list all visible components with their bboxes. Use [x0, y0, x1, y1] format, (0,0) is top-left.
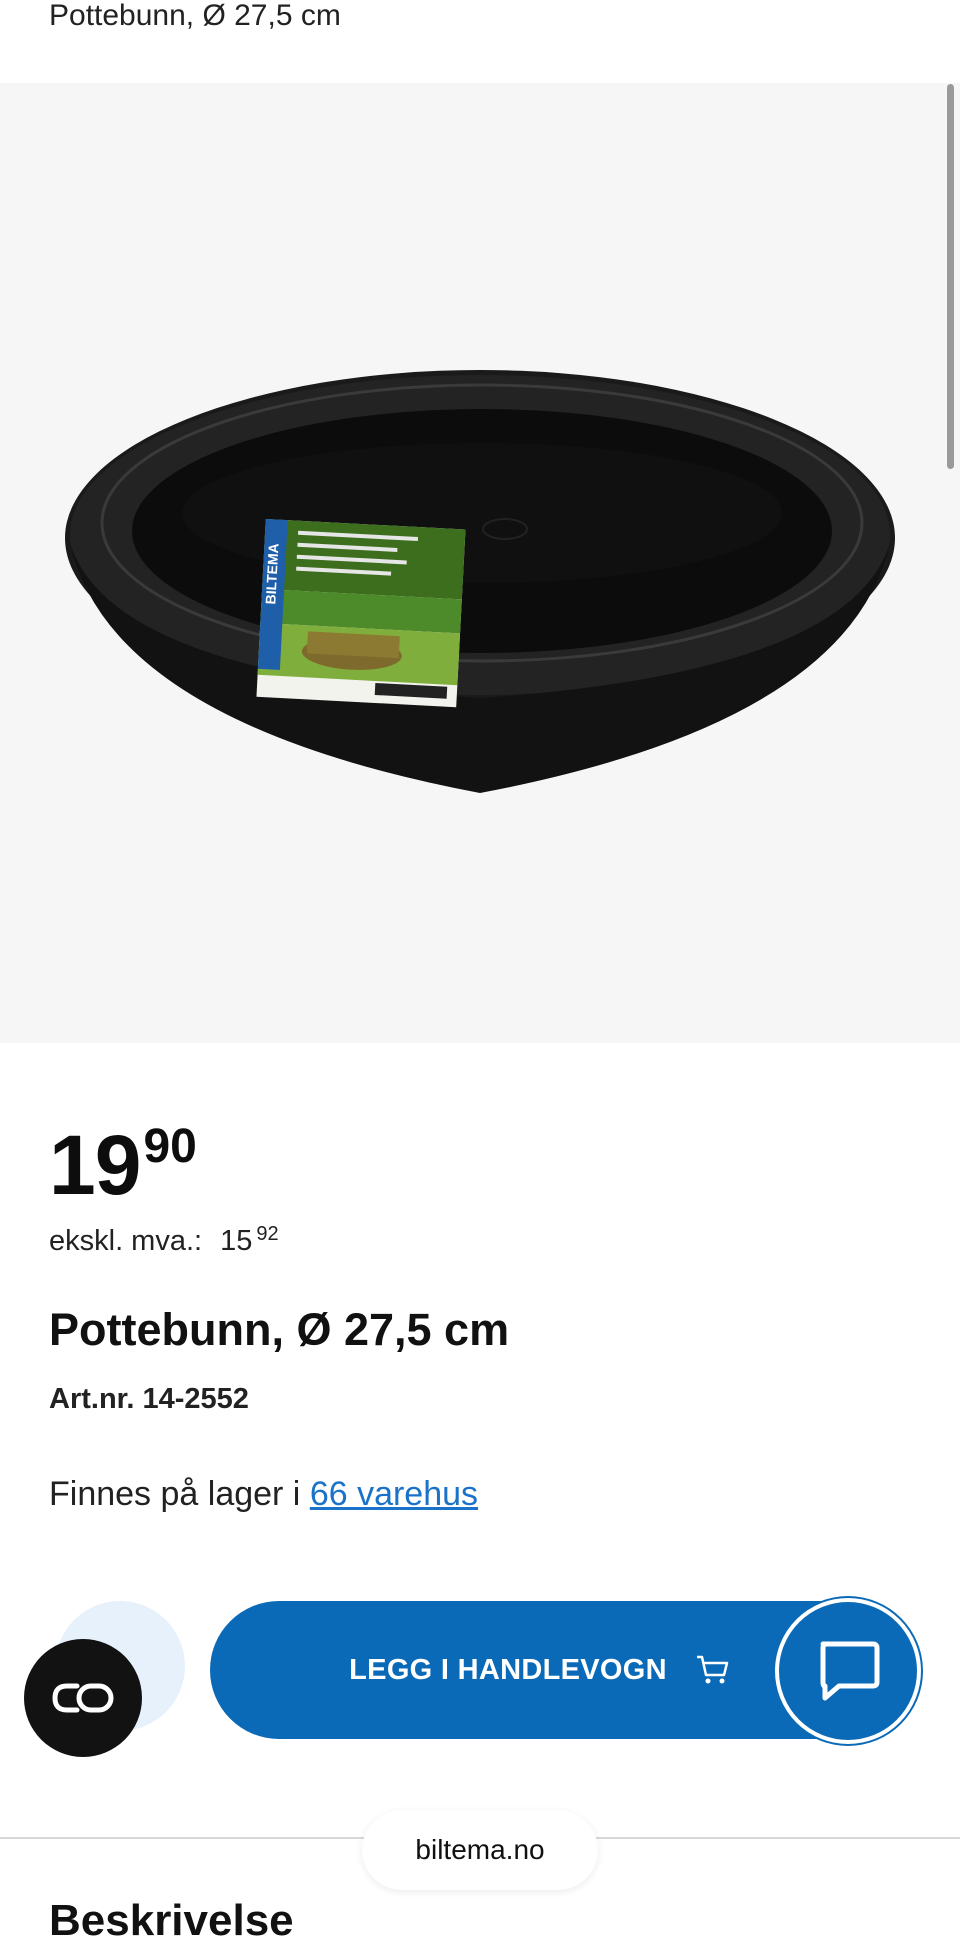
price-excl-vat: ekskl. mva.: 15 92 [49, 1223, 279, 1258]
package-brand: BILTEMA [262, 543, 281, 605]
article-number: Art.nr. 14-2552 [49, 1383, 249, 1415]
product-title: Pottebunn, Ø 27,5 cm [49, 1304, 510, 1355]
vat-integer: 15 [220, 1225, 253, 1257]
cart-icon [696, 1655, 729, 1684]
scrollbar[interactable] [947, 84, 954, 469]
price-decimal: 90 [143, 1120, 197, 1173]
vat-decimal: 92 [256, 1223, 279, 1245]
add-to-cart-label: LEGG I HANDLEVOGN [349, 1653, 667, 1686]
price-integer: 19 [49, 1118, 141, 1212]
browser-url-bar[interactable]: biltema.no [362, 1810, 598, 1890]
chat-button[interactable] [775, 1598, 921, 1744]
vat-label: ekskl. mva.: [49, 1225, 203, 1257]
co-link-button[interactable] [24, 1639, 142, 1757]
product-image: BILTEMA [65, 370, 895, 793]
product-label-card: BILTEMA [256, 519, 466, 708]
chat-bubble-icon [820, 1641, 880, 1701]
description-heading: Beskrivelse [49, 1896, 294, 1945]
page-title-top: Pottebunn, Ø 27,5 cm [49, 0, 341, 32]
product-image-gallery[interactable]: BILTEMA [0, 83, 960, 1043]
stock-text: Finnes på lager i [49, 1475, 310, 1513]
price: 1990 [49, 1120, 197, 1210]
warehouse-link[interactable]: 66 varehus [310, 1475, 478, 1513]
stock-info: Finnes på lager i 66 varehus [49, 1475, 478, 1514]
co-link-icon [52, 1683, 114, 1713]
